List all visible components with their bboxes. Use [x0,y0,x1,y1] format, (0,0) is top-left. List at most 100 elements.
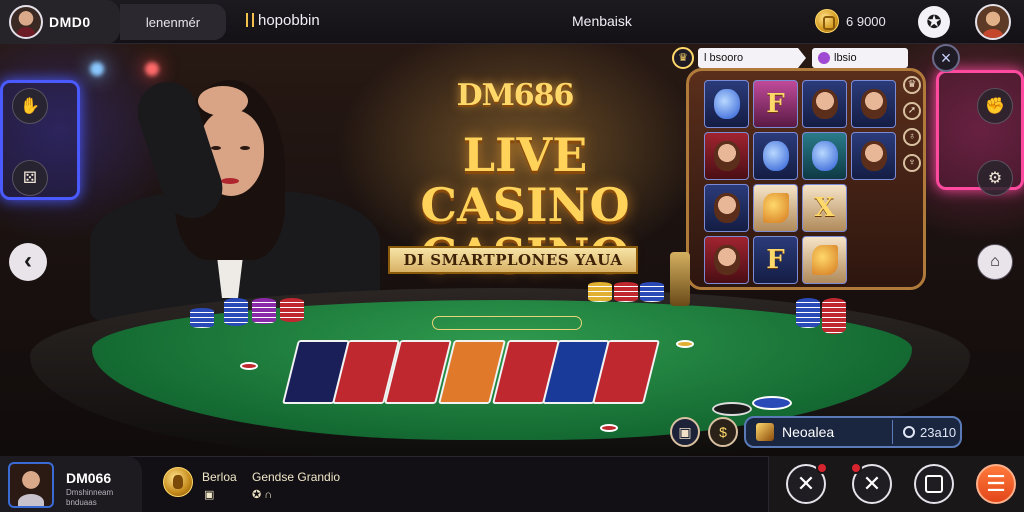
star-badge-button[interactable]: ✪ [918,6,950,38]
bottom-username: DM066 [66,470,112,486]
bottom-small-icon[interactable]: ▣ [204,488,214,501]
slot-cell [802,80,847,128]
menu-icon: ☰ [986,471,1006,496]
bottom-label-secondary[interactable]: Gendse Grandio [252,470,340,484]
trophy-coin-icon[interactable] [163,467,193,497]
slot-cell [802,236,847,284]
bottom-small-icons[interactable]: ✪ ∩ [252,488,272,501]
chip-stack[interactable] [190,308,214,328]
slot-cell [753,132,798,180]
card-shoe [670,252,690,306]
center-title[interactable]: Menbaisk [572,13,632,29]
slot-side-icon[interactable]: ➚ [903,102,921,120]
chip-stack[interactable] [280,298,304,322]
slot-cell [753,184,798,232]
dice-icon-button[interactable]: ⚄ [12,160,48,196]
chip[interactable] [240,362,258,370]
hand-icon-button[interactable]: ✋ [12,88,48,124]
slot-side-icon[interactable]: ♁ [903,128,921,146]
dealer-lips [221,178,239,184]
card-icon-button[interactable]: ▣ [670,417,700,447]
chip-stack[interactable] [614,282,638,302]
slot-symbol: F [766,89,785,119]
bottom-label-primary[interactable]: Berloa [202,470,237,484]
chip[interactable] [600,424,618,432]
user-avatar[interactable] [9,5,43,39]
previous-arrow-button[interactable]: ‹ [9,243,47,281]
star-badge-icon: ✪ [926,11,942,32]
dealer-eye-left [211,146,221,150]
profile-chip[interactable]: DMD0 [0,0,120,44]
chip-stack[interactable] [588,282,612,302]
close-icon: ✕ [862,471,882,496]
slot-symbol [713,89,740,119]
chip-stack[interactable] [640,282,664,302]
brand-mark-icon [246,13,254,27]
slot-field-secondary-label: lbsio [834,52,857,64]
dealer-hand [198,86,248,116]
slot-cell: F [753,80,798,128]
slot-cell [704,236,749,284]
hero-title-line1: LIVE CASINO [420,128,630,232]
coin-stack-icon: $ [719,424,727,440]
gem-icon [818,52,830,64]
fist-icon-button[interactable]: ✊ [977,88,1013,124]
top-menu-pill[interactable]: lenenmér [120,4,226,40]
window-button[interactable] [914,464,954,504]
casino-logo: DM686 [456,78,575,113]
bottom-user-subtext: Dmshinneam bnduaas [66,488,114,507]
slot-cell: F [753,236,798,284]
gear-icon: ⚙ [987,170,1003,187]
hero-banner: DI SMARTPLONES YAUA [388,246,638,274]
brand-link[interactable]: hopobbin [246,12,320,29]
slot-cell [851,236,896,284]
settings-icon-button[interactable]: ⚙ [977,160,1013,196]
chip-stack-blue[interactable] [752,396,792,410]
bottom-user-avatar[interactable] [8,462,54,508]
top-username: DMD0 [49,14,91,30]
slot-side-icon[interactable]: ♆ [903,154,921,172]
slot-symbol [811,141,838,171]
chevron-left-icon: ‹ [24,247,32,274]
slot-side-icon[interactable]: ♛ [903,76,921,94]
slot-reels-grid[interactable]: FXF [704,80,900,284]
slot-selector-bar: ♛ l bsooro lbsio [672,46,934,70]
slot-symbol [713,141,740,171]
balance-value: 6 9000 [846,14,886,29]
chip-stack[interactable] [224,298,248,326]
chip-stack-dark[interactable] [712,402,752,416]
slot-symbol: F [766,245,785,275]
cancel-bet-button[interactable]: ✕ [850,462,892,504]
coin-stack-button[interactable]: $ [708,417,738,447]
player-pill-divider [892,420,893,444]
player-info-pill[interactable]: Neoalea 23a10 [744,416,962,448]
slot-cell: X [802,184,847,232]
slot-symbol: X [814,193,835,223]
hand-icon: ✋ [20,98,40,115]
slot-symbol [811,89,838,119]
blue-light [90,62,104,76]
slot-cell [704,184,749,232]
arrow-right-icon [798,48,806,68]
slot-cell [704,132,749,180]
player-stat-value: 23a10 [920,424,957,440]
menu-button[interactable]: ☰ [976,464,1016,504]
slot-field-secondary[interactable]: lbsio [812,48,908,68]
chip-stack[interactable] [252,298,276,324]
player-name: Neoalea [782,424,835,440]
chip-stack[interactable] [796,298,820,328]
tools-button[interactable]: ✕ [786,462,828,504]
chip-stack[interactable] [822,298,846,334]
chip[interactable] [676,340,694,348]
slot-field-primary[interactable]: l bsooro [698,48,798,68]
brand-label: hopobbin [258,12,320,29]
dealer-figure [80,74,380,320]
felt-label-band [432,316,582,330]
coin-icon [815,9,839,33]
slot-cell [851,132,896,180]
home-icon-button[interactable]: ⌂ [977,244,1013,280]
account-avatar[interactable] [975,4,1011,40]
red-light [145,62,159,76]
close-icon[interactable]: × [932,44,960,72]
lion-icon[interactable]: ♛ [672,47,694,69]
